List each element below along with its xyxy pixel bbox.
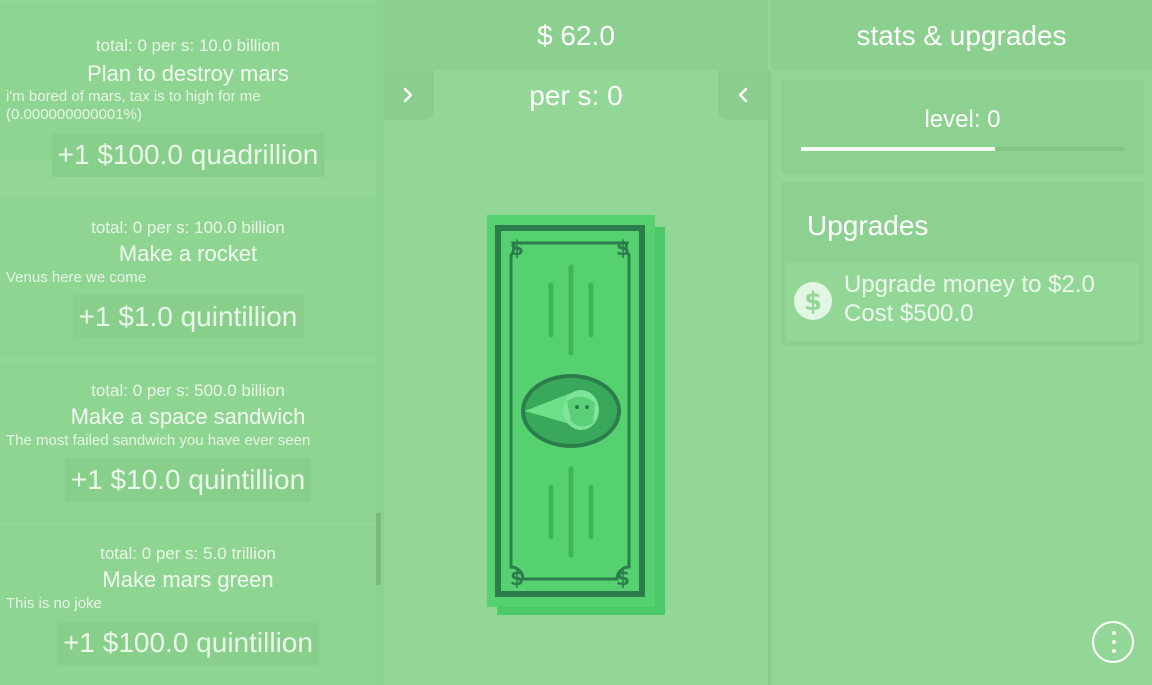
money-display: $ 62.0 bbox=[537, 20, 615, 51]
level-label: level: 0 bbox=[924, 106, 1001, 133]
clicker-area: $ 62.0 per s: 0 $ $ $ $ bbox=[384, 0, 768, 685]
generator-item: total: 0 per s: 5.0 trillion Make mars g… bbox=[0, 525, 376, 685]
svg-text:$: $ bbox=[616, 236, 630, 260]
generator-stats: total: 0 per s: 500.0 billion bbox=[91, 381, 285, 400]
generator-item: total: 0 per s: 500.0 billion Make a spa… bbox=[0, 362, 376, 522]
level-progress-bar bbox=[801, 147, 1124, 151]
upgrades-card: Upgrades $ Upgrade money to $2.0 Cost $5… bbox=[781, 182, 1144, 345]
level-progress-fill bbox=[801, 147, 995, 151]
generator-description: The most failed sandwich you have ever s… bbox=[6, 432, 311, 449]
generator-description: Venus here we come bbox=[6, 269, 147, 286]
stats-panel: stats & upgrades level: 0 Upgrades $ Upg… bbox=[771, 0, 1152, 685]
generator-stats: total: 0 per s: 5.0 trillion bbox=[100, 544, 276, 563]
chevron-right-icon bbox=[403, 87, 413, 103]
generator-stats: total: 0 per s: 10.0 billion bbox=[95, 36, 281, 55]
buy-button[interactable]: +1 $100.0 quadrillion bbox=[51, 133, 325, 177]
svg-text:$: $ bbox=[804, 287, 822, 317]
stats-title: stats & upgrades bbox=[856, 20, 1067, 51]
generator-title: Make a rocket bbox=[118, 241, 258, 266]
generator-stats: total: 0 per s: 100.0 billion bbox=[91, 218, 285, 237]
svg-text:$: $ bbox=[616, 566, 630, 590]
generator-title: Plan to destroy mars bbox=[87, 61, 289, 86]
money-header: $ 62.0 bbox=[384, 0, 768, 70]
upgrade-item[interactable]: $ Upgrade money to $2.0 Cost $500.0 bbox=[786, 263, 1139, 341]
open-upgrades-button[interactable] bbox=[718, 70, 768, 120]
open-generators-button[interactable] bbox=[384, 70, 434, 120]
generator-title: Make a space sandwich bbox=[70, 404, 306, 429]
upgrade-cost: Cost $500.0 bbox=[844, 300, 974, 327]
buy-button[interactable]: +1 $1.0 quintillion bbox=[72, 295, 304, 339]
buy-button[interactable]: +1 $100.0 quintillion bbox=[57, 621, 319, 665]
upgrade-name: Upgrade money to $2.0 bbox=[844, 271, 1095, 298]
per-second-display: per s: 0 bbox=[529, 80, 623, 111]
scrollbar-thumb[interactable] bbox=[376, 513, 381, 585]
upgrades-title: Upgrades bbox=[807, 210, 929, 241]
generator-description: i'm bored of mars, tax is to high for me… bbox=[6, 88, 261, 123]
generator-list: total: 0 per s: 10.0 billion Plan to des… bbox=[0, 0, 376, 685]
svg-text:$: $ bbox=[510, 566, 524, 590]
stats-header: stats & upgrades bbox=[771, 0, 1152, 70]
dollar-bill-icon[interactable]: $ $ $ $ bbox=[487, 215, 667, 617]
generator-item: total: 0 per s: 10.0 billion Plan to des… bbox=[0, 3, 376, 177]
generator-item: total: 0 per s: 100.0 billion Make a roc… bbox=[0, 198, 376, 358]
chevron-left-icon bbox=[738, 87, 748, 103]
dollar-coin-icon: $ bbox=[794, 282, 832, 320]
generator-description: This is no joke bbox=[6, 595, 102, 612]
generator-title: Make mars green bbox=[102, 567, 274, 592]
buy-button[interactable]: +1 $10.0 quintillion bbox=[64, 458, 312, 502]
level-card: level: 0 bbox=[781, 80, 1144, 174]
svg-text:$: $ bbox=[510, 236, 524, 260]
more-vertical-icon[interactable] bbox=[1092, 621, 1134, 663]
